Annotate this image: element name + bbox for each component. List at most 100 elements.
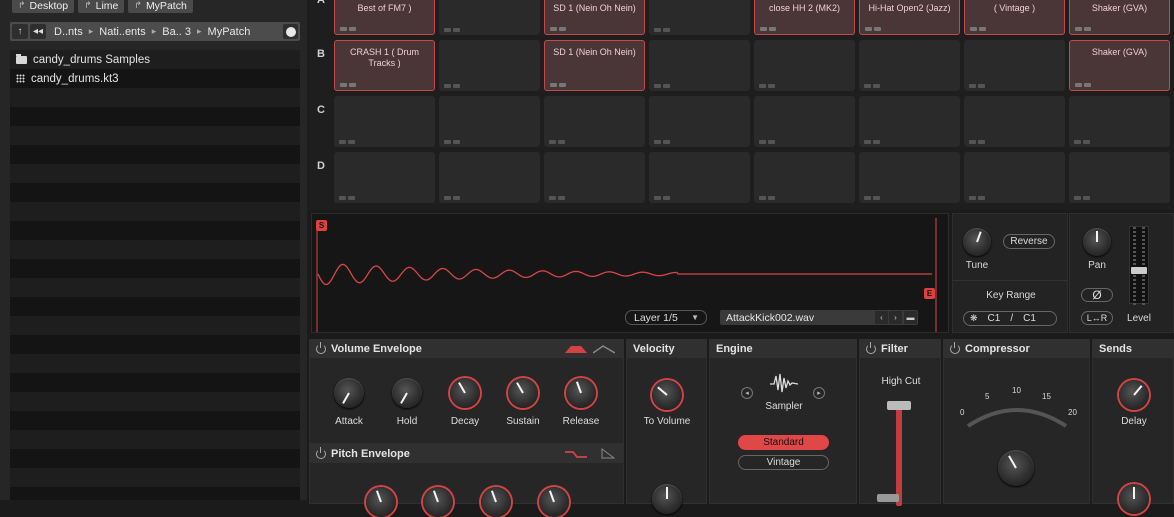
filter-module: Filter High Cut xyxy=(859,339,941,506)
pad-c2[interactable] xyxy=(439,96,540,147)
pad-d6[interactable] xyxy=(859,152,960,203)
waveform-display[interactable]: S E Layer 1/5 ▼ AttackKick002.wav ‹ › ▬ xyxy=(311,213,949,333)
pad-d4[interactable] xyxy=(649,152,750,203)
pad-b8[interactable]: Shaker (GVA) xyxy=(1069,40,1170,91)
layer-dropdown[interactable]: Layer 1/5 ▼ xyxy=(625,310,707,325)
favorite-lime[interactable]: ↱ Lime xyxy=(78,0,125,13)
pad-b3[interactable]: SD 1 (Nein Oh Nein) xyxy=(544,40,645,91)
filter-slider-handle-low[interactable] xyxy=(877,494,899,502)
decay-knob[interactable] xyxy=(450,378,480,408)
engine-next-button[interactable]: ▸ xyxy=(813,387,825,399)
next-sample-button[interactable]: › xyxy=(889,311,902,324)
chevron-left-icon: ◂ xyxy=(745,390,749,397)
pad-a4[interactable] xyxy=(649,0,750,35)
pitch-envelope-shape-alt-icon[interactable] xyxy=(601,448,615,459)
back-button[interactable]: ◂◂ xyxy=(30,24,46,39)
pad-d1[interactable] xyxy=(334,152,435,203)
send-knob-2[interactable] xyxy=(1119,484,1149,514)
compressor-knob[interactable] xyxy=(998,450,1034,486)
pad-b7[interactable] xyxy=(964,40,1065,91)
phase-invert-button[interactable]: Ø xyxy=(1081,288,1113,302)
open-folder-button[interactable]: ▬ xyxy=(904,311,917,324)
pad-indicators xyxy=(654,84,670,88)
sampler-waveform-icon xyxy=(770,373,798,393)
pad-b5[interactable] xyxy=(754,40,855,91)
pad-a3[interactable]: SD 1 (Nein Oh Nein) xyxy=(544,0,645,35)
breadcrumb-item[interactable]: Nati..ents xyxy=(99,26,145,38)
to-volume-knob[interactable] xyxy=(652,380,682,410)
pad-d3[interactable] xyxy=(544,152,645,203)
breadcrumb-item[interactable]: MyPatch xyxy=(208,26,251,38)
filter-slider-handle[interactable] xyxy=(887,401,911,410)
power-icon[interactable] xyxy=(316,342,326,354)
pad-d5[interactable] xyxy=(754,152,855,203)
favorite-mypatch[interactable]: ↱ MyPatch xyxy=(128,0,193,13)
pad-b4[interactable] xyxy=(649,40,750,91)
velocity-knob-2[interactable] xyxy=(652,484,682,514)
level-fader-handle[interactable] xyxy=(1131,267,1147,274)
pitch-envelope-shape-icon[interactable] xyxy=(565,449,587,459)
sample-selector[interactable]: AttackKick002.wav ‹ › ▬ xyxy=(720,310,918,325)
pad-c1[interactable] xyxy=(334,96,435,147)
start-marker[interactable]: S xyxy=(316,220,327,231)
filter-slider-track[interactable] xyxy=(896,406,902,506)
tune-knob[interactable] xyxy=(963,228,991,256)
power-icon[interactable] xyxy=(866,342,876,354)
sustain-knob[interactable] xyxy=(508,378,538,408)
pitch-knob-2[interactable] xyxy=(423,487,453,517)
pad-c4[interactable] xyxy=(649,96,750,147)
pad-c6[interactable] xyxy=(859,96,960,147)
chevron-down-icon: ▼ xyxy=(691,313,699,322)
empty-row xyxy=(10,316,300,335)
engine-prev-button[interactable]: ◂ xyxy=(741,387,753,399)
pitch-knob-3[interactable] xyxy=(481,487,511,517)
pad-d8[interactable] xyxy=(1069,152,1170,203)
attack-knob[interactable] xyxy=(334,378,364,408)
pad-c3[interactable] xyxy=(544,96,645,147)
pad-a7[interactable]: ( Vintage ) xyxy=(964,0,1065,35)
pad-c5[interactable] xyxy=(754,96,855,147)
pad-a2[interactable] xyxy=(439,0,540,35)
pad-a8[interactable]: Shaker (GVA) xyxy=(1069,0,1170,35)
pan-knob[interactable] xyxy=(1083,228,1111,256)
pad-d7[interactable] xyxy=(964,152,1065,203)
end-marker[interactable]: E xyxy=(924,288,935,299)
pad-indicators xyxy=(760,27,776,31)
pad-a6[interactable]: Hi-Hat Open2 (Jazz) xyxy=(859,0,960,35)
volume-envelope-module: Volume Envelope Attack Hold Decay Sustain Re… xyxy=(309,339,624,444)
pitch-knob-1[interactable] xyxy=(366,487,396,517)
arrow-icon: ↱ xyxy=(18,0,26,10)
delay-knob[interactable] xyxy=(1119,380,1149,410)
pitch-knob-4[interactable] xyxy=(539,487,569,517)
up-button[interactable]: ↑ xyxy=(12,24,28,39)
pad-c7[interactable] xyxy=(964,96,1065,147)
engine-option-standard[interactable]: Standard xyxy=(738,435,829,450)
envelope-adsr-icon[interactable] xyxy=(593,344,615,354)
pad-a1[interactable]: Best of FM7 ) xyxy=(334,0,435,35)
favorite-desktop[interactable]: ↱ Desktop xyxy=(12,0,75,13)
envelope-ahd-icon[interactable] xyxy=(565,344,587,354)
reverse-button[interactable]: Reverse xyxy=(1003,234,1055,249)
breadcrumb-item[interactable]: Ba.. 3 xyxy=(162,26,191,38)
pad-b1[interactable]: CRASH 1 ( Drum Tracks ) xyxy=(334,40,435,91)
engine-option-vintage[interactable]: Vintage xyxy=(738,455,829,470)
power-icon[interactable] xyxy=(316,447,326,459)
pad-a5[interactable]: close HH 2 (MK2) xyxy=(754,0,855,35)
pad-b2[interactable] xyxy=(439,40,540,91)
stereo-button[interactable]: L↔R xyxy=(1081,311,1113,325)
pad-c8[interactable] xyxy=(1069,96,1170,147)
empty-row xyxy=(10,240,300,259)
hold-knob[interactable] xyxy=(392,378,422,408)
pad-b6[interactable] xyxy=(859,40,960,91)
pad-d2[interactable] xyxy=(439,152,540,203)
empty-row xyxy=(10,259,300,278)
release-knob[interactable] xyxy=(566,378,596,408)
recent-button[interactable] xyxy=(283,24,298,39)
pad-label: Hi-Hat Open2 (Jazz) xyxy=(868,3,951,13)
list-item[interactable]: candy_drums.kt3 xyxy=(10,69,300,88)
previous-sample-button[interactable]: ‹ xyxy=(875,311,888,324)
power-icon[interactable] xyxy=(950,342,960,354)
breadcrumb-item[interactable]: D..nts xyxy=(54,26,83,38)
key-range-field[interactable]: ❋ C1 / C1 xyxy=(963,311,1057,326)
list-item[interactable]: candy_drums Samples xyxy=(10,50,300,69)
